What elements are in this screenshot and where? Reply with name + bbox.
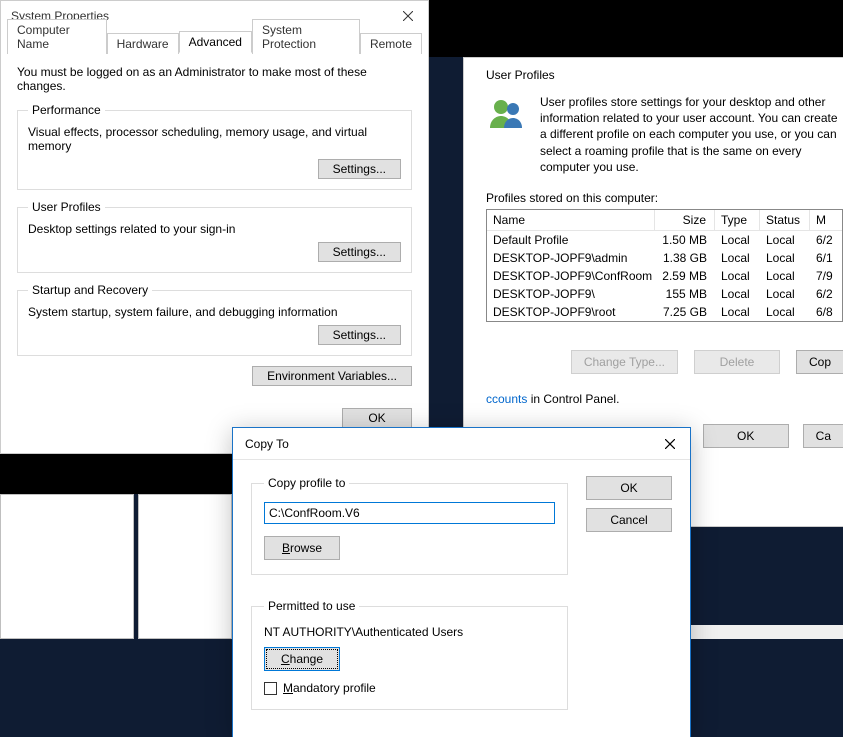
user-profiles-footer-post: in Control Panel.: [527, 392, 619, 406]
cell-status: Local: [760, 267, 810, 285]
copy-to-titlebar: Copy To: [233, 428, 690, 460]
background-black-mid: [0, 454, 232, 494]
cell-type: Local: [715, 285, 760, 303]
cell-name: DESKTOP-JOPF9\admin: [487, 249, 655, 267]
system-properties-ok-button[interactable]: OK: [342, 408, 412, 428]
copy-profile-to-group: Copy profile to Browse: [251, 476, 568, 575]
cell-status: Local: [760, 231, 810, 249]
checkbox-icon: [264, 682, 277, 695]
tab-system-protection[interactable]: System Protection: [252, 19, 360, 54]
performance-group: Performance Visual effects, processor sc…: [17, 103, 412, 190]
delete-button: Delete: [694, 350, 780, 374]
permitted-to-use-legend: Permitted to use: [264, 599, 359, 613]
user-accounts-link[interactable]: ccounts: [486, 392, 527, 406]
user-profiles-legend: User Profiles: [28, 200, 105, 214]
user-profiles-blurb: User profiles store settings for your de…: [540, 94, 843, 175]
cell-status: Local: [760, 303, 810, 321]
user-profiles-ok-button[interactable]: OK: [703, 424, 789, 448]
tab-remote[interactable]: Remote: [360, 33, 422, 54]
user-profiles-title: User Profiles: [464, 58, 843, 94]
copy-to-button[interactable]: Cop: [796, 350, 843, 374]
cell-name: DESKTOP-JOPF9\ConfRoom: [487, 267, 655, 285]
cell-name: DESKTOP-JOPF9\: [487, 285, 655, 303]
cell-status: Local: [760, 249, 810, 267]
browse-button[interactable]: Browse: [264, 536, 340, 560]
cell-type: Local: [715, 267, 760, 285]
performance-settings-button[interactable]: Settings...: [318, 159, 401, 179]
copy-to-dialog: Copy To Copy profile to Browse Permitted…: [232, 427, 691, 737]
user-profiles-group: User Profiles Desktop settings related t…: [17, 200, 412, 273]
cell-type: Local: [715, 231, 760, 249]
background-panel-1: [0, 494, 134, 639]
cell-size: 2.59 MB: [655, 267, 715, 285]
col-name[interactable]: Name: [487, 210, 655, 230]
performance-legend: Performance: [28, 103, 105, 117]
copy-to-title: Copy To: [245, 437, 289, 451]
cell-modified: 6/1: [810, 249, 843, 267]
table-row[interactable]: DESKTOP-JOPF9\root 7.25 GB Local Local 6…: [487, 303, 842, 321]
mandatory-profile-label: Mandatory profile: [283, 681, 376, 695]
copy-profile-path-input[interactable]: [264, 502, 555, 524]
profiles-stored-label: Profiles stored on this computer:: [464, 191, 843, 209]
col-status[interactable]: Status: [760, 210, 810, 230]
cell-size: 1.50 MB: [655, 231, 715, 249]
change-type-button: Change Type...: [571, 350, 678, 374]
cell-status: Local: [760, 285, 810, 303]
system-properties-body: You must be logged on as an Administrato…: [1, 53, 428, 396]
close-icon[interactable]: [650, 429, 690, 459]
environment-variables-button[interactable]: Environment Variables...: [252, 366, 412, 386]
copy-to-cancel-button[interactable]: Cancel: [586, 508, 672, 532]
cell-modified: 6/2: [810, 285, 843, 303]
user-profiles-cancel-button[interactable]: Ca: [803, 424, 843, 448]
permitted-user-label: NT AUTHORITY\Authenticated Users: [264, 625, 555, 639]
cell-type: Local: [715, 249, 760, 267]
system-properties-tabs: Computer Name Hardware Advanced System P…: [7, 31, 422, 53]
background-panel-3: [691, 625, 843, 639]
cell-modified: 7/9: [810, 267, 843, 285]
table-row[interactable]: DESKTOP-JOPF9\ 155 MB Local Local 6/2: [487, 285, 842, 303]
cell-type: Local: [715, 303, 760, 321]
cell-modified: 6/8: [810, 303, 843, 321]
profiles-table[interactable]: Name Size Type Status M Default Profile …: [486, 209, 843, 322]
copy-profile-to-legend: Copy profile to: [264, 476, 349, 490]
permitted-to-use-group: Permitted to use NT AUTHORITY\Authentica…: [251, 599, 568, 710]
tab-hardware[interactable]: Hardware: [107, 33, 179, 54]
cell-name: DESKTOP-JOPF9\root: [487, 303, 655, 321]
background-panel-2: [138, 494, 232, 639]
startup-recovery-group: Startup and Recovery System startup, sys…: [17, 283, 412, 356]
startup-recovery-settings-button[interactable]: Settings...: [318, 325, 401, 345]
table-row[interactable]: DESKTOP-JOPF9\ConfRoom 2.59 MB Local Loc…: [487, 267, 842, 285]
user-profiles-desc: Desktop settings related to your sign-in: [28, 222, 401, 236]
col-type[interactable]: Type: [715, 210, 760, 230]
cell-modified: 6/2: [810, 231, 843, 249]
user-profiles-icon: [486, 94, 526, 134]
cell-size: 155 MB: [655, 285, 715, 303]
tab-computer-name[interactable]: Computer Name: [7, 19, 107, 54]
startup-recovery-legend: Startup and Recovery: [28, 283, 152, 297]
performance-desc: Visual effects, processor scheduling, me…: [28, 125, 401, 153]
cell-size: 1.38 GB: [655, 249, 715, 267]
table-row[interactable]: Default Profile 1.50 MB Local Local 6/2: [487, 231, 842, 249]
startup-recovery-desc: System startup, system failure, and debu…: [28, 305, 401, 319]
change-button[interactable]: Change: [264, 647, 340, 671]
col-modified[interactable]: M: [810, 210, 843, 230]
profiles-table-header: Name Size Type Status M: [487, 210, 842, 231]
table-row[interactable]: DESKTOP-JOPF9\admin 1.38 GB Local Local …: [487, 249, 842, 267]
cell-name: Default Profile: [487, 231, 655, 249]
background-black-top: [429, 0, 843, 57]
admin-note: You must be logged on as an Administrato…: [17, 65, 412, 93]
mandatory-profile-checkbox[interactable]: Mandatory profile: [264, 681, 555, 695]
cell-size: 7.25 GB: [655, 303, 715, 321]
user-profiles-settings-button[interactable]: Settings...: [318, 242, 401, 262]
copy-to-ok-button[interactable]: OK: [586, 476, 672, 500]
user-profiles-footer: ccounts in Control Panel.: [464, 374, 843, 406]
col-size[interactable]: Size: [655, 210, 715, 230]
close-icon[interactable]: [388, 1, 428, 31]
system-properties-window: System Properties Computer Name Hardware…: [0, 0, 429, 454]
tab-advanced[interactable]: Advanced: [179, 31, 252, 53]
